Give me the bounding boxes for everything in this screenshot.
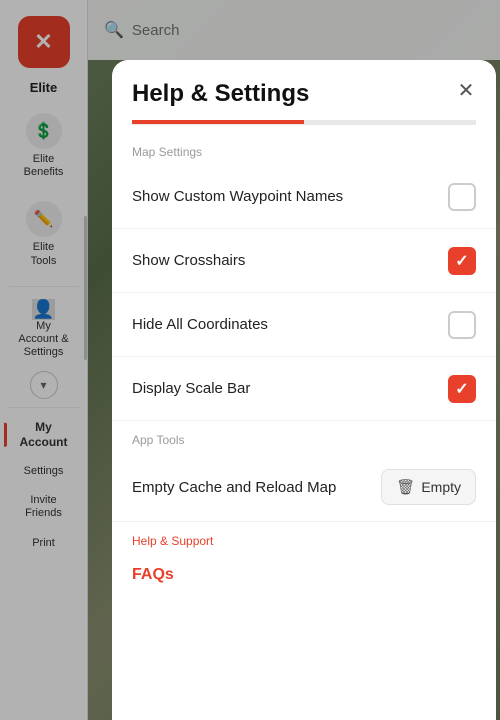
show-custom-waypoint-names-label: Show Custom Waypoint Names <box>132 188 448 205</box>
empty-cache-button[interactable]: 🗑 Empty <box>381 469 476 505</box>
display-scale-bar-checkbox[interactable] <box>448 375 476 403</box>
setting-show-crosshairs: Show Crosshairs <box>112 229 496 293</box>
show-crosshairs-checkbox[interactable] <box>448 247 476 275</box>
modal-title: Help & Settings <box>132 80 476 108</box>
hide-all-coordinates-label: Hide All Coordinates <box>132 316 448 333</box>
help-support-label: Help & Support <box>112 522 496 554</box>
map-settings-label: Map Settings <box>112 133 496 165</box>
app-tools-label: App Tools <box>112 421 496 453</box>
show-custom-waypoint-names-checkbox[interactable] <box>448 183 476 211</box>
tab-1[interactable] <box>132 120 304 124</box>
setting-show-custom-waypoint-names: Show Custom Waypoint Names <box>112 165 496 229</box>
display-scale-bar-label: Display Scale Bar <box>132 380 448 397</box>
modal-close-button[interactable]: ✕ <box>452 76 480 104</box>
show-crosshairs-label: Show Crosshairs <box>132 252 448 269</box>
setting-hide-all-coordinates: Hide All Coordinates <box>112 293 496 357</box>
modal-body: Map Settings Show Custom Waypoint Names … <box>112 125 496 720</box>
setting-display-scale-bar: Display Scale Bar <box>112 357 496 421</box>
help-settings-modal: Help & Settings ✕ Map Settings Show Cust… <box>112 60 496 720</box>
trash-icon: 🗑 <box>396 478 415 496</box>
tab-2[interactable] <box>304 120 476 124</box>
faqs-link[interactable]: FAQs <box>112 554 496 596</box>
hide-all-coordinates-checkbox[interactable] <box>448 311 476 339</box>
empty-cache-label: Empty Cache and Reload Map <box>132 479 381 496</box>
setting-empty-cache: Empty Cache and Reload Map 🗑 Empty <box>112 453 496 522</box>
modal-header: Help & Settings ✕ <box>112 60 496 120</box>
empty-cache-button-label: Empty <box>421 479 461 495</box>
